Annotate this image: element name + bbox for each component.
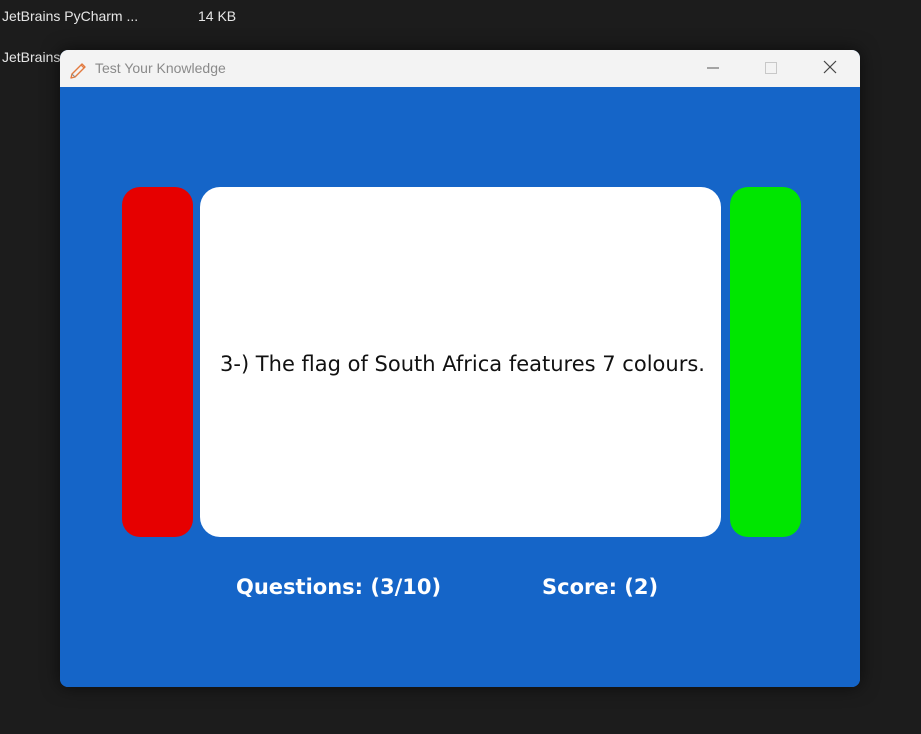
pencil-icon xyxy=(69,59,89,79)
close-button[interactable] xyxy=(801,50,859,87)
maximize-button[interactable] xyxy=(742,50,800,87)
minimize-button[interactable] xyxy=(684,50,742,87)
false-answer-button[interactable] xyxy=(122,187,193,537)
true-answer-button[interactable] xyxy=(730,187,801,537)
background-file-size: 14 KB xyxy=(198,8,237,24)
background-file-name: JetBrains xyxy=(2,49,61,65)
maximize-icon xyxy=(765,59,777,78)
background-file-row[interactable]: JetBrains PyCharm ... 14 KB xyxy=(2,8,262,28)
title-bar[interactable]: Test Your Knowledge xyxy=(60,50,860,87)
window-title: Test Your Knowledge xyxy=(95,60,226,76)
question-card: 3-) The flag of South Africa features 7 … xyxy=(200,187,721,537)
close-icon xyxy=(823,59,837,78)
questions-counter: Questions: (3/10) xyxy=(236,575,442,599)
minimize-icon xyxy=(707,59,719,78)
background-file-row[interactable]: JetBrains xyxy=(2,49,62,69)
quiz-content: 3-) The flag of South Africa features 7 … xyxy=(60,87,860,687)
score-label: Score: (2) xyxy=(542,575,659,599)
question-text: 3-) The flag of South Africa features 7 … xyxy=(220,352,705,376)
quiz-window: Test Your Knowledge 3-) The flag of Sout… xyxy=(60,50,860,687)
background-file-name: JetBrains PyCharm ... xyxy=(2,8,139,24)
